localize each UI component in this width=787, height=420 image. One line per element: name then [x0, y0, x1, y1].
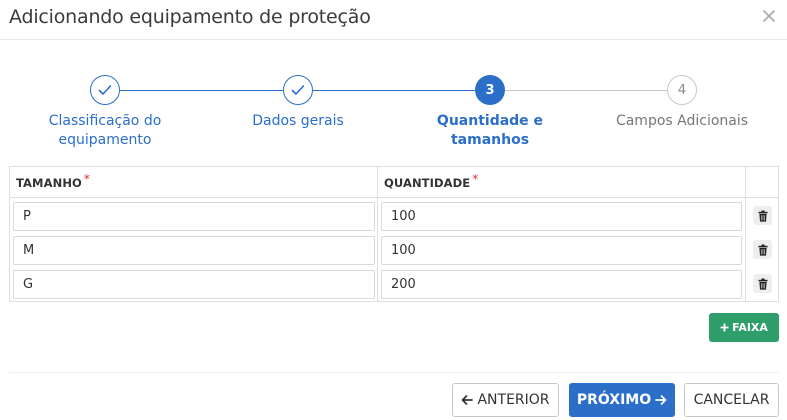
table-row: M 100 — [10, 233, 778, 268]
step-circle-active: 3 — [475, 75, 505, 105]
close-button[interactable] — [761, 8, 777, 24]
table-row: G 200 — [10, 268, 778, 301]
tamanho-input[interactable]: G — [13, 270, 375, 299]
quantidade-input[interactable]: 100 — [381, 202, 742, 231]
next-button[interactable]: PRÓXIMO — [569, 383, 675, 417]
step-quantidade-tamanhos[interactable]: 3 Quantidade e tamanhos — [410, 75, 570, 150]
previous-label: ANTERIOR — [477, 392, 550, 408]
required-marker: * — [83, 172, 91, 186]
previous-button[interactable]: ANTERIOR — [452, 383, 559, 417]
arrow-left-icon — [462, 395, 474, 405]
add-faixa-label: FAIXA — [732, 321, 768, 334]
add-faixa-button[interactable]: FAIXA — [709, 313, 779, 342]
arrow-right-icon — [655, 395, 667, 405]
step-label: Quantidade e tamanhos — [436, 113, 544, 148]
next-label: PRÓXIMO — [576, 392, 652, 408]
step-circle-completed — [90, 75, 120, 105]
check-icon — [291, 85, 305, 95]
column-header-tamanho: TAMANHO * — [16, 172, 90, 190]
step-label: Classificação do equipamento — [25, 112, 185, 150]
delete-row-button[interactable] — [753, 240, 772, 259]
quantidade-input[interactable]: 100 — [381, 236, 742, 265]
trash-icon — [758, 278, 767, 290]
step-dados-gerais[interactable]: Dados gerais — [218, 75, 378, 131]
step-label: Campos Adicionais — [615, 113, 749, 129]
footer-divider — [9, 372, 779, 373]
step-circle-pending: 4 — [667, 75, 697, 105]
tamanho-input[interactable]: P — [13, 202, 375, 231]
check-icon — [98, 85, 112, 95]
table-header: TAMANHO * QUANTIDADE * — [10, 167, 778, 198]
step-campos-adicionais[interactable]: 4 Campos Adicionais — [602, 75, 762, 131]
delete-row-button[interactable] — [753, 206, 772, 225]
cancel-label: CANCELAR — [693, 392, 770, 408]
table-row: P 100 — [10, 198, 778, 233]
modal-title: Adicionando equipamento de proteção — [9, 6, 371, 28]
tamanho-input[interactable]: M — [13, 236, 375, 265]
delete-row-button[interactable] — [753, 274, 772, 293]
cancel-button[interactable]: CANCELAR — [684, 383, 779, 417]
column-header-quantidade: QUANTIDADE * — [384, 172, 478, 190]
trash-icon — [758, 244, 767, 256]
trash-icon — [758, 210, 767, 222]
modal-header: Adicionando equipamento de proteção — [0, 0, 787, 40]
required-marker: * — [472, 172, 479, 186]
column-header-label: QUANTIDADE — [384, 176, 471, 190]
column-header-label: TAMANHO — [16, 176, 82, 190]
step-label-line: equipamento — [58, 132, 152, 148]
sizes-table: TAMANHO * QUANTIDADE * P 100 M 100 G 200 — [9, 166, 779, 302]
step-label-line: Classificação do — [48, 113, 162, 129]
quantidade-input[interactable]: 200 — [381, 270, 742, 299]
wizard-stepper: Classificação do equipamento Dados gerai… — [0, 75, 787, 155]
step-label: Dados gerais — [252, 113, 344, 129]
step-classificacao[interactable]: Classificação do equipamento — [25, 75, 185, 150]
close-icon — [763, 10, 775, 22]
plus-icon — [720, 323, 729, 332]
step-circle-completed — [283, 75, 313, 105]
